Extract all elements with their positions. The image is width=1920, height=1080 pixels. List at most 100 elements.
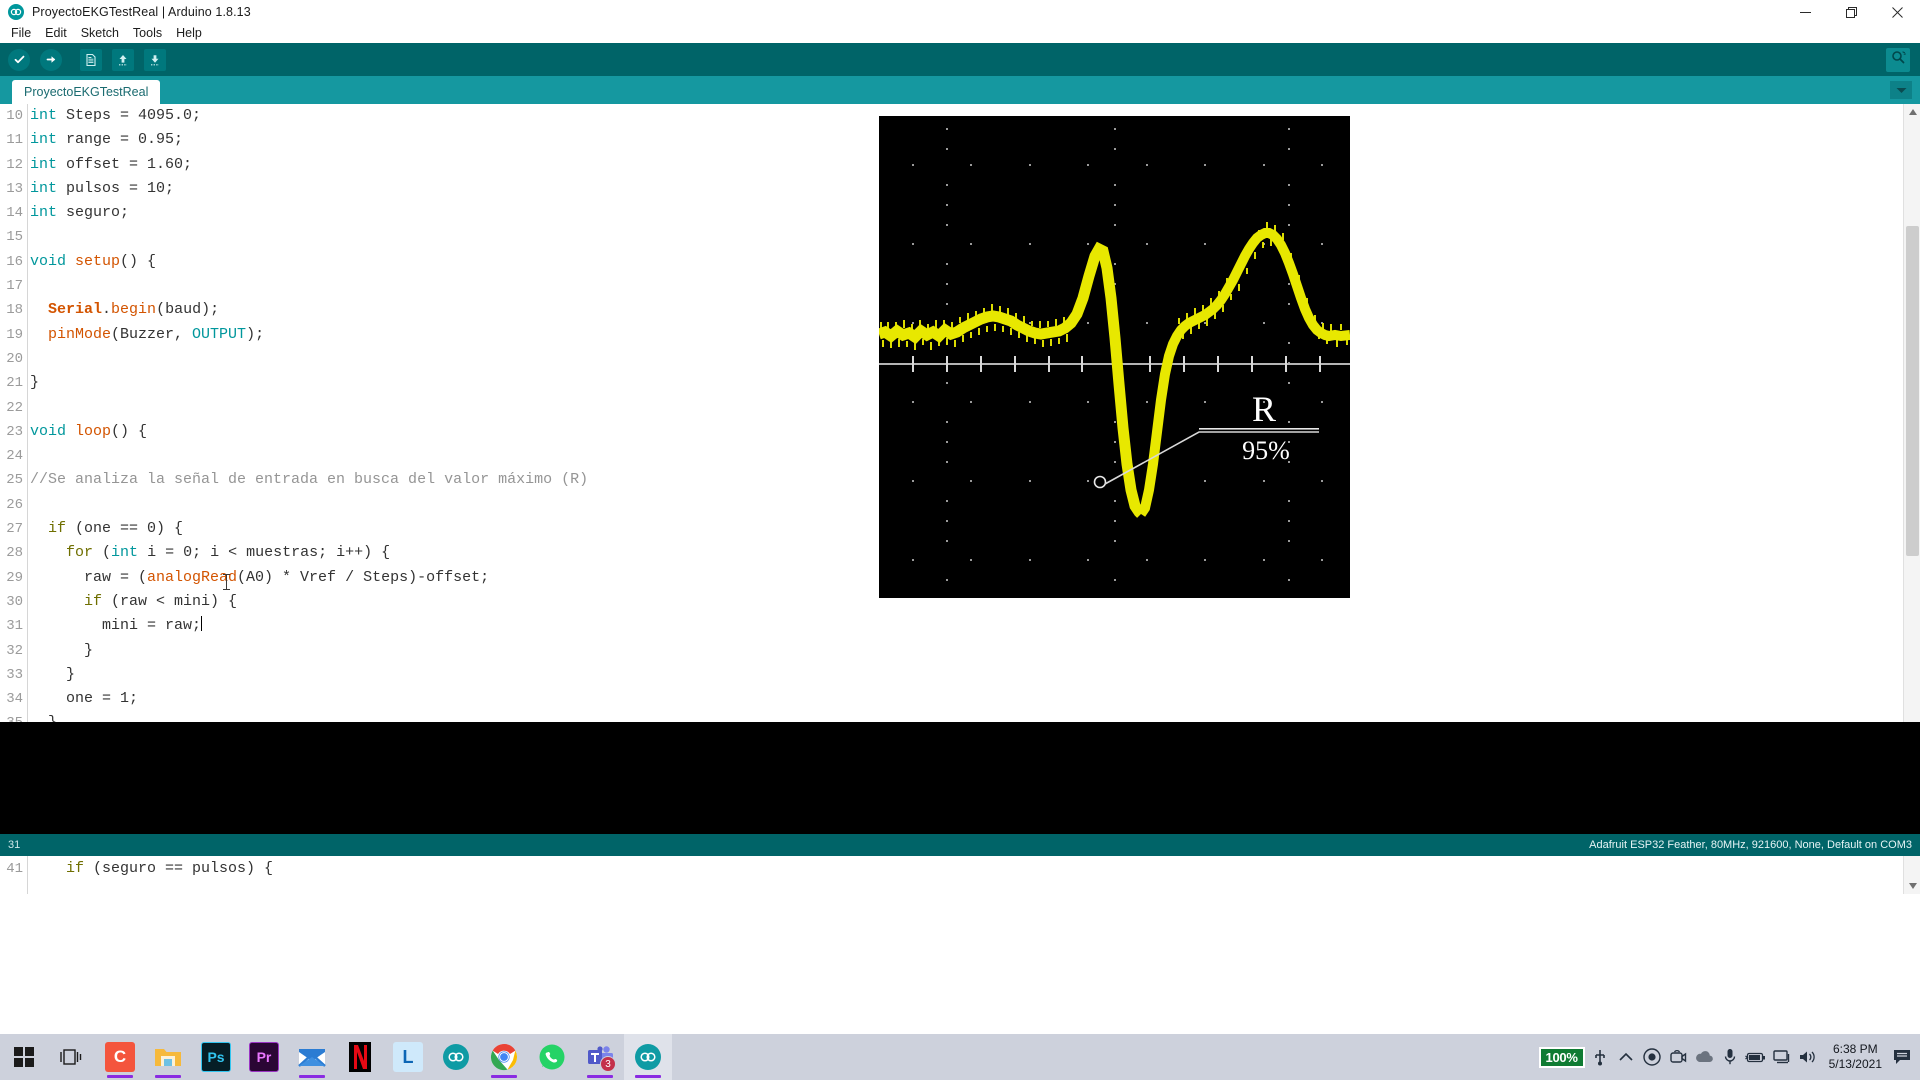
battery-icon[interactable] [1743, 1034, 1769, 1080]
network-icon[interactable] [1769, 1034, 1795, 1080]
code-line[interactable]: mini = raw; [30, 614, 1890, 638]
menu-edit[interactable]: Edit [38, 24, 74, 43]
code-token: offset = 1.60; [57, 155, 193, 173]
tab-proyecto-ekg-test-real[interactable]: ProyectoEKGTestReal [12, 80, 161, 104]
scroll-down-arrow[interactable] [1904, 878, 1920, 894]
code-token: . [102, 301, 112, 319]
verify-button[interactable] [6, 47, 32, 73]
teams-badge: 3 [600, 1056, 616, 1072]
taskbar-item-mail[interactable] [288, 1034, 336, 1080]
line-number: 24 [6, 448, 23, 465]
code-token: loop [75, 422, 112, 440]
status-bar: 31 Adafruit ESP32 Feather, 80MHz, 921600… [0, 834, 1920, 856]
taskbar-item-teams[interactable]: 3 [576, 1034, 624, 1080]
line-number: 12 [6, 156, 23, 173]
usb-icon[interactable] [1587, 1034, 1613, 1080]
line-number: 26 [6, 496, 23, 513]
code-token: void [30, 252, 67, 270]
line-number: 17 [6, 278, 23, 295]
tab-menu-button[interactable] [1890, 81, 1912, 99]
code-token: pulsos = 10; [57, 179, 175, 197]
taskbar-item-chrome[interactable] [480, 1034, 528, 1080]
new-file-icon [80, 48, 102, 71]
console-output-panel [0, 722, 1920, 834]
serial-monitor-button[interactable] [1886, 47, 1910, 72]
taskbar-item-premiere[interactable]: Pr [240, 1034, 288, 1080]
menu-sketch[interactable]: Sketch [74, 24, 126, 43]
save-sketch-button[interactable] [142, 47, 168, 73]
code-line[interactable]: one = 1; [30, 687, 1890, 711]
maximize-button[interactable] [1828, 0, 1874, 24]
taskbar-item-file-explorer[interactable] [144, 1034, 192, 1080]
notifications-icon[interactable] [1890, 1034, 1916, 1080]
taskbar-item-arduino-1[interactable] [432, 1034, 480, 1080]
code-token: (raw < mini) { [102, 592, 238, 610]
upload-button[interactable] [38, 47, 64, 73]
code-token: raw = ( [30, 568, 148, 586]
code-token: int [30, 155, 58, 173]
window-title: ProyectoEKGTestReal | Arduino 1.8.13 [32, 5, 251, 19]
arduino-ide-window: ProyectoEKGTestReal | Arduino 1.8.13 Fil… [0, 0, 1920, 1080]
code-line[interactable]: if (seguro == pulsos) { [30, 857, 1890, 881]
start-button[interactable] [0, 1034, 48, 1080]
arduino-icon [635, 1044, 661, 1070]
line-number: 22 [6, 399, 23, 416]
task-view-button[interactable] [48, 1034, 96, 1080]
scrollbar-thumb[interactable] [1906, 226, 1919, 556]
menu-help[interactable]: Help [169, 24, 209, 43]
close-button[interactable] [1874, 0, 1920, 24]
netflix-icon [349, 1042, 371, 1072]
line-number: 30 [6, 593, 23, 610]
code-token: () { [120, 252, 157, 270]
clock[interactable]: 6:38 PM 5/13/2021 [1821, 1034, 1890, 1080]
line-number: 15 [6, 229, 23, 246]
code-line[interactable]: } [30, 663, 1890, 687]
show-hidden-icons-chevron[interactable] [1613, 1034, 1639, 1080]
line-number: 32 [6, 642, 23, 659]
volume-icon[interactable] [1795, 1034, 1821, 1080]
battery-percent-badge[interactable]: 100% [1538, 1046, 1585, 1068]
taskbar-item-lightroom[interactable]: L [384, 1034, 432, 1080]
line-number: 34 [6, 691, 23, 708]
taskbar-item-arduino-2[interactable] [624, 1034, 672, 1080]
code-token: } [30, 641, 94, 659]
annotation-percent-label: 95% [1242, 436, 1290, 465]
photoshop-icon: Ps [201, 1042, 231, 1072]
menu-file[interactable]: File [4, 24, 38, 43]
running-indicator [299, 1075, 325, 1078]
taskbar-item-photoshop[interactable]: Ps [192, 1034, 240, 1080]
line-number: 31 [6, 618, 23, 635]
scope-canvas: R 95% [879, 116, 1350, 598]
code-token: begin [111, 301, 157, 319]
code-token: ( [93, 544, 112, 562]
code-token: if [48, 520, 67, 538]
code-token: //Se analiza la señal de entrada en busc… [30, 471, 589, 489]
code-token: one = 1; [30, 690, 139, 708]
tab-label: ProyectoEKGTestReal [24, 85, 149, 99]
line-number: 27 [6, 521, 23, 538]
scroll-up-arrow[interactable] [1904, 104, 1920, 120]
code-token: seguro; [57, 204, 130, 222]
taskbar-item-netflix[interactable] [336, 1034, 384, 1080]
code-token: for [66, 544, 94, 562]
running-indicator [587, 1075, 613, 1078]
new-sketch-button[interactable] [78, 47, 104, 73]
chevron-down-icon [1896, 87, 1906, 93]
menu-tools[interactable]: Tools [126, 24, 169, 43]
code-line[interactable]: } [30, 639, 1890, 663]
camera-icon[interactable] [1665, 1034, 1691, 1080]
windows-taskbar: C Ps Pr L 3 100% 6:38 PM 5/13/2021 [0, 1034, 1920, 1080]
line-number: 14 [6, 205, 23, 222]
taskbar-item-whatsapp[interactable] [528, 1034, 576, 1080]
taskbar-item-webex[interactable]: C [96, 1034, 144, 1080]
microphone-icon[interactable] [1717, 1034, 1743, 1080]
open-sketch-button[interactable] [110, 47, 136, 73]
premiere-icon: Pr [249, 1042, 279, 1072]
line-number: 21 [6, 375, 23, 392]
record-icon[interactable] [1639, 1034, 1665, 1080]
minimize-button[interactable] [1782, 0, 1828, 24]
onedrive-icon[interactable] [1691, 1034, 1717, 1080]
line-number: 19 [6, 326, 23, 343]
